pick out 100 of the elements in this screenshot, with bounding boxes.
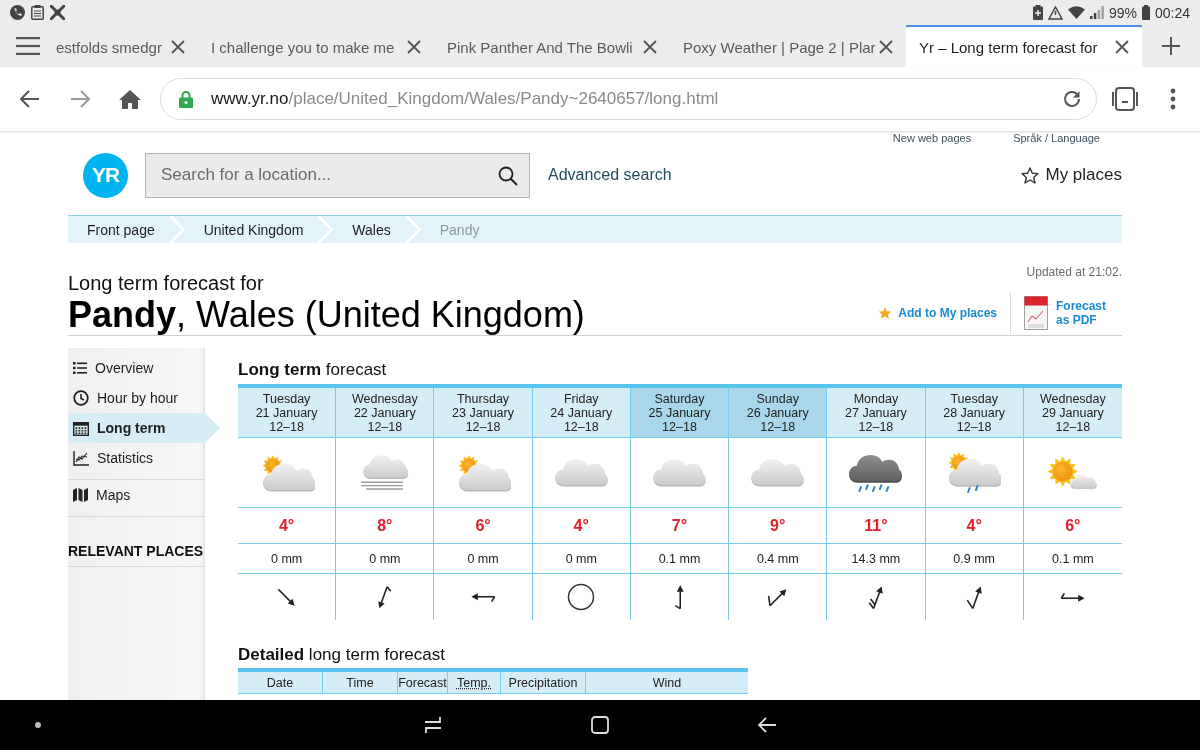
temperature-cell: 4° — [925, 508, 1024, 544]
search-button[interactable] — [497, 164, 519, 187]
breadcrumb-link[interactable]: Wales — [333, 216, 405, 243]
date-label: 26 January — [746, 405, 809, 420]
map-icon — [73, 488, 88, 502]
column-header: Date — [238, 672, 323, 694]
close-icon — [1115, 40, 1129, 54]
close-icon — [171, 40, 185, 54]
temperature-cell: 6° — [1023, 508, 1122, 544]
breadcrumb-link[interactable]: United Kingdom — [184, 216, 318, 243]
date-label: 24 January — [550, 405, 613, 420]
precipitation-cell: 0 mm — [532, 544, 631, 574]
top-link[interactable]: Språk / Language — [1013, 131, 1100, 145]
menu-icon — [16, 37, 40, 55]
weekday-label: Wednesday — [1039, 391, 1106, 406]
chevron-icon — [168, 216, 185, 243]
close-tab-button[interactable] — [171, 40, 185, 54]
close-tab-button[interactable] — [879, 40, 893, 54]
page-subtitle: Long term forecast for — [68, 271, 265, 295]
browser-tab[interactable]: estfolds smedgr — [56, 25, 198, 67]
phone-icon — [10, 5, 25, 20]
reload-icon — [1062, 89, 1082, 109]
clipboard-icon — [31, 5, 44, 20]
close-tab-button[interactable] — [407, 40, 421, 54]
date-label: 29 January — [1041, 405, 1104, 420]
dot-icon — [35, 722, 41, 728]
date-label: 27 January — [845, 405, 907, 420]
browser-tab[interactable]: Poxy Weather | Page 2 | Plar — [670, 25, 906, 67]
clock-icon — [73, 390, 89, 406]
close-icon — [879, 40, 893, 54]
plus-icon — [1162, 37, 1180, 55]
precipitation-cell: 0.4 mm — [729, 544, 828, 574]
date-label: 21 January — [255, 405, 318, 420]
add-to-places-link[interactable]: Add to My places — [878, 306, 997, 320]
back-arrow-icon — [20, 90, 40, 108]
temperature-cell: 4° — [532, 508, 631, 544]
precipitation-cell: 0 mm — [336, 544, 435, 574]
sidebar-nav-item[interactable]: Maps — [68, 480, 205, 510]
breadcrumb-link[interactable]: Front page — [68, 216, 169, 243]
top-link[interactable]: New web pages — [892, 131, 972, 145]
advanced-search-link[interactable]: Advanced search — [548, 166, 672, 184]
page-title: Pandy, Wales (United Kingdom) — [68, 295, 586, 335]
temperature-cell: 9° — [729, 508, 828, 544]
precipitation-cell: 0 mm — [238, 544, 337, 574]
current-page-label: Pandy — [439, 220, 480, 240]
time-range-label: 12–18 — [367, 419, 403, 434]
section-title: Detailed long term forecast — [238, 645, 446, 665]
weekday-label: Saturday — [654, 391, 705, 406]
precipitation-cell: 14.3 mm — [827, 544, 926, 574]
pdf-link[interactable]: Forecast as PDF — [1010, 292, 1122, 334]
column-header: Temp. — [448, 672, 501, 694]
temperature-cell: 4° — [238, 508, 337, 544]
clock-time: 00:24 — [1154, 4, 1190, 21]
tabs-icon — [1112, 87, 1138, 111]
warning-icon — [1047, 5, 1063, 20]
browser-tab[interactable]: Pink Panther And The Bowli — [434, 25, 670, 67]
temperature-cell: 6° — [434, 508, 533, 544]
close-icon — [407, 40, 421, 54]
date-label: 22 January — [353, 405, 416, 420]
time-range-label: 12–18 — [956, 419, 992, 434]
weekday-label: Tuesday — [262, 391, 311, 406]
my-places-link[interactable]: My places — [1021, 165, 1122, 185]
chevron-icon — [404, 216, 421, 243]
browser-tab[interactable]: I challenge you to make me — [198, 25, 434, 67]
cross-icon — [50, 5, 65, 20]
search-icon — [498, 165, 518, 186]
time-range-label: 12–18 — [269, 419, 304, 434]
time-range-label: 12–18 — [760, 419, 796, 434]
chevron-icon — [317, 216, 334, 243]
sidebar-nav-item[interactable]: Statistics — [68, 443, 205, 473]
sidebar-nav-item[interactable]: Overview — [68, 353, 205, 383]
home-icon — [119, 89, 141, 109]
chart-icon — [73, 450, 89, 466]
calendar-icon — [73, 420, 89, 436]
weekday-label: Wednesday — [351, 391, 418, 406]
close-tab-button[interactable] — [1115, 40, 1129, 54]
pdf-document-icon — [1024, 296, 1048, 330]
back-arrow-icon — [758, 717, 776, 733]
time-range-label: 12–18 — [858, 419, 894, 434]
reload-button[interactable] — [1062, 89, 1082, 109]
sidebar-nav-item[interactable]: Hour by hour — [68, 383, 205, 413]
close-tab-button[interactable] — [643, 40, 657, 54]
relevant-places-heading: RELEVANT PLACES — [68, 542, 205, 561]
precipitation-cell: 0.1 mm — [1023, 544, 1122, 574]
square-icon — [591, 716, 609, 734]
date-label: 25 January — [648, 405, 711, 420]
time-range-label: 12–18 — [1055, 419, 1091, 434]
list-icon — [73, 362, 87, 374]
weekday-label: Monday — [853, 391, 899, 406]
time-range-label: 12–18 — [563, 419, 599, 434]
column-header: Time — [323, 672, 398, 694]
battery-icon — [1141, 5, 1150, 20]
section-title: Long term forecast — [238, 360, 388, 380]
sidebar-nav-item[interactable]: Long term — [68, 413, 220, 443]
time-range-label: 12–18 — [465, 419, 501, 434]
star-icon — [1021, 166, 1040, 184]
search-field[interactable]: Search for a location... — [145, 152, 530, 198]
precipitation-cell: 0.9 mm — [925, 544, 1024, 574]
precipitation-cell: 0.1 mm — [630, 544, 730, 574]
browser-tab[interactable]: Yr – Long term forecast for — [906, 25, 1142, 67]
